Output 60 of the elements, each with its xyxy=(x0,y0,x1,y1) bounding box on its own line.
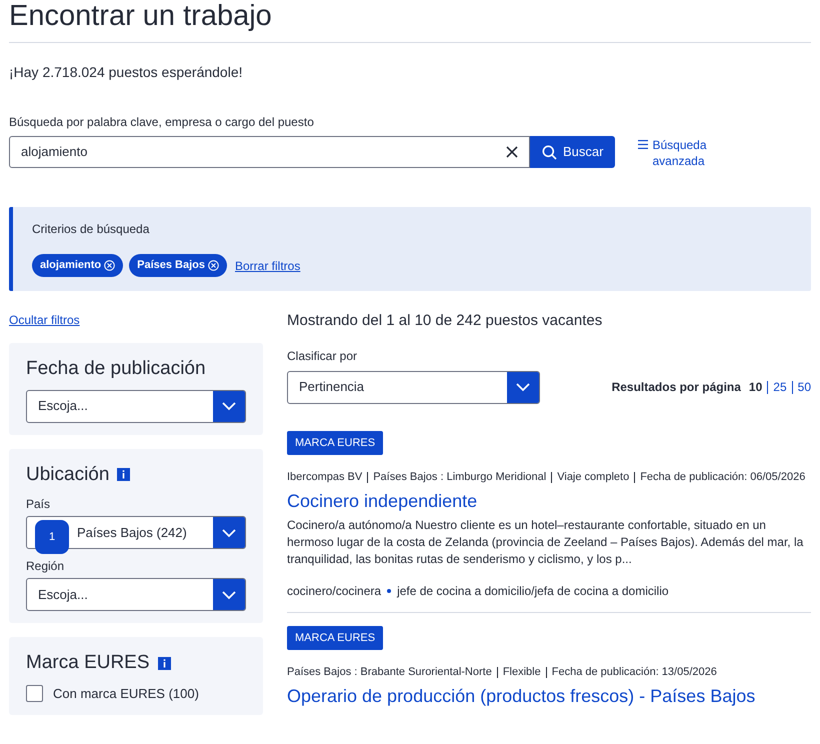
hide-filters-link[interactable]: Ocultar filtros xyxy=(9,311,80,329)
dropdown-select[interactable]: Escoja... xyxy=(26,390,246,422)
dropdown-select[interactable]: Escoja... xyxy=(26,578,246,611)
dropdown-value: Escoja... xyxy=(38,586,88,602)
job-meta: Países Bajos : Limburgo Meridional xyxy=(373,470,546,485)
chevron-down-icon xyxy=(221,401,237,411)
filter-title: Ubicación xyxy=(26,462,110,486)
dropdown-value: Países Bajos (242) xyxy=(77,524,187,540)
clear-filters-link[interactable]: Borrar filtros xyxy=(235,256,300,274)
search-value: alojamiento xyxy=(21,143,88,162)
search-field[interactable]: alojamiento xyxy=(9,136,530,168)
checkbox[interactable] xyxy=(26,684,43,702)
remove-icon[interactable] xyxy=(104,260,116,271)
per-page-option[interactable]: 50 xyxy=(798,378,811,396)
dropdown-toggle[interactable] xyxy=(213,390,245,422)
dropdown-toggle[interactable] xyxy=(213,517,245,548)
results-summary: Mostrando del 1 al 10 de 242 puestos vacantes xyxy=(287,311,604,331)
dropdown-value: Pertinencia xyxy=(299,379,364,394)
job-title-link[interactable]: Cocinero independiente xyxy=(287,488,811,512)
job-description: Cocinero/a autónomo/a Nuestro cliente es un hotel–restaurante confortable, situado en un hermoso lugar de la costa de Zelanda (provincia de Zeeland – Países Bajos). Además del mar, la tranquilidad, las bonitas rutas de senderismo y ciclismo, y los p... xyxy=(287,516,804,568)
job-meta: Fecha de publicación: 13/05/2026 xyxy=(552,665,717,680)
job-tag: jefe de cocina a domicilio/jefa de cocina a domicilio xyxy=(397,582,669,600)
search-button[interactable]: Buscar xyxy=(530,136,616,168)
dropdown-toggle[interactable] xyxy=(213,579,245,610)
job-tag: cocinero/cocinera xyxy=(287,582,382,600)
filter-title: Fecha de publicación xyxy=(26,357,206,381)
job-meta: Viaje completo xyxy=(557,470,630,485)
dropdown-select[interactable]: Pertinencia xyxy=(287,370,540,404)
job-meta: Fecha de publicación: 06/05/2026 xyxy=(640,470,806,485)
filter-chip[interactable]: Países Bajos xyxy=(129,254,227,277)
search-label: Búsqueda por palabra clave, empresa o cargo del puesto xyxy=(9,114,315,131)
dropdown-toggle[interactable] xyxy=(507,372,539,402)
dropdown-value: Escoja... xyxy=(38,398,88,413)
list-icon xyxy=(638,140,648,149)
remove-icon[interactable] xyxy=(208,260,219,271)
per-page-option[interactable]: 10 xyxy=(748,378,762,396)
per-page-option[interactable]: 25 xyxy=(773,378,787,396)
filter-title: Marca EURES xyxy=(26,651,150,675)
per-page-label: Resultados por página xyxy=(612,379,741,396)
eures-badge: MARCA EURES xyxy=(287,626,384,650)
chevron-down-icon xyxy=(221,590,237,600)
chevron-down-icon xyxy=(221,528,237,538)
checkbox-label: Con marca EURES (100) xyxy=(53,684,199,703)
step-badge: 1 xyxy=(35,520,69,554)
job-count-text: ¡Hay 2.718.024 puestos esperándole! xyxy=(9,63,244,82)
job-meta: Países Bajos : Brabante Suroriental-Norte xyxy=(287,665,492,680)
job-title-link[interactable]: Operario de producción (productos frescos) - Países Bajos xyxy=(287,684,811,708)
clear-icon[interactable] xyxy=(506,146,518,158)
search-icon xyxy=(542,144,557,160)
advanced-search-link[interactable]: Búsqueda avanzada xyxy=(652,137,724,169)
chevron-down-icon xyxy=(515,382,531,392)
page-title: Encontrar un trabajo xyxy=(9,0,811,43)
job-meta: Ibercompas BV xyxy=(287,470,362,485)
field-label: País xyxy=(26,496,52,513)
field-label: Región xyxy=(26,558,66,575)
filter-chip[interactable]: alojamiento xyxy=(32,254,124,277)
criteria-title: Criterios de búsqueda xyxy=(32,221,150,238)
eures-badge: MARCA EURES xyxy=(287,430,384,455)
job-meta: Flexible xyxy=(502,665,541,680)
sort-label: Clasificar por xyxy=(287,348,358,364)
